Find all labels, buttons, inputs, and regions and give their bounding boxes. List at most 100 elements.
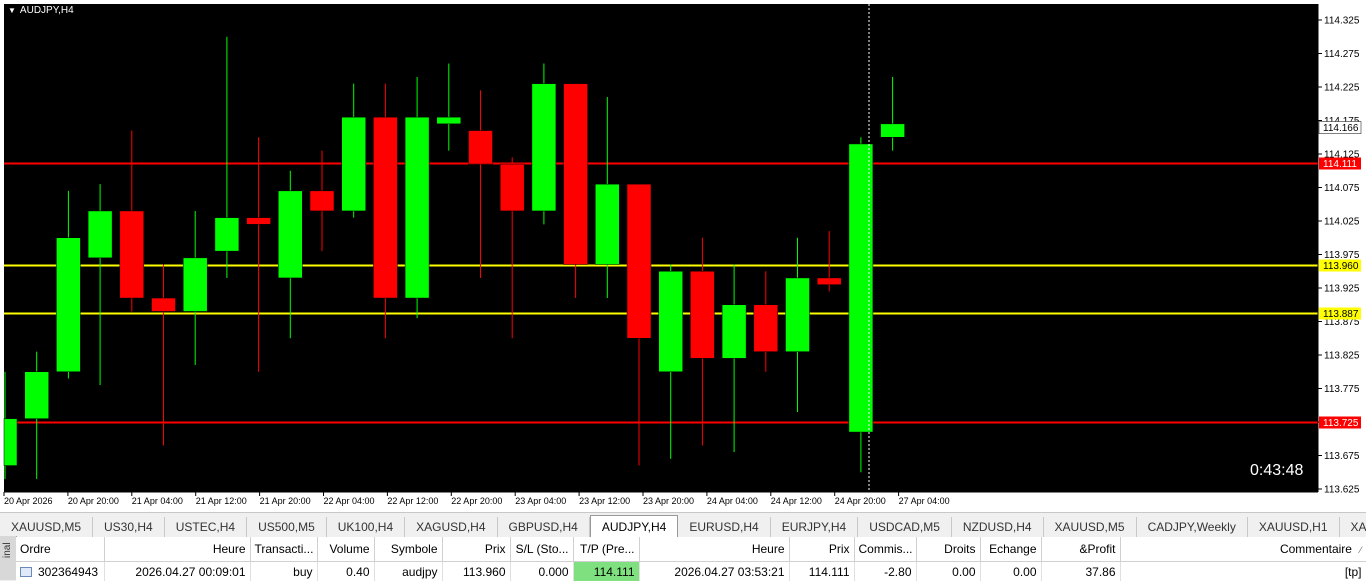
table-cell-value: 302364943	[38, 565, 98, 579]
table-cell: 0.00	[980, 562, 1041, 581]
table-cell-value: 0.00	[1013, 565, 1036, 579]
tab-eurjpy-h4[interactable]: EURJPY,H4	[771, 517, 858, 537]
column-header[interactable]: Droits	[916, 537, 980, 562]
table-row[interactable]: 302364943 2026.04.27 00:09:01 buy 0.40 audjp…	[16, 562, 1366, 581]
candle-body	[817, 278, 841, 285]
column-header[interactable]: T/P (Pre...	[573, 537, 639, 562]
candle-body	[4, 419, 17, 466]
tab-xauusd-h1[interactable]: XAUUSD,H1	[1248, 517, 1340, 537]
tab-xagusd-h4[interactable]: XAGUSD,H4	[405, 517, 497, 537]
bullish-candle	[532, 64, 556, 225]
price-chart[interactable]: 114.325114.275114.225114.175114.125114.0…	[0, 0, 1366, 512]
table-cell: 0.00	[916, 562, 980, 581]
table-cell-value: audjpy	[402, 565, 437, 579]
price-tick-label: 113.775	[1324, 384, 1360, 395]
price-tick-label: 114.225	[1324, 83, 1360, 94]
price-level-label: 113.887	[1323, 309, 1359, 320]
time-tick-label: 22 Apr 12:00	[387, 496, 438, 506]
tab-xauusd-we[interactable]: XAUUSD,We	[1340, 517, 1366, 537]
price-tick-label: 114.325	[1324, 16, 1360, 27]
terminal-side-strip[interactable]: inal	[0, 536, 17, 580]
column-header-label: Symbole	[391, 542, 438, 556]
column-header[interactable]: S/L (Sto...	[510, 537, 573, 562]
dropdown-triangle-icon[interactable]: ▼	[8, 6, 16, 15]
time-tick-label: 23 Apr 04:00	[515, 496, 566, 506]
table-cell-value: 37.86	[1085, 565, 1115, 579]
column-header[interactable]: Echange	[980, 537, 1041, 562]
symbol-title-text: AUDJPY,H4	[20, 5, 74, 16]
time-tick-label: 20 Apr 20:00	[68, 496, 119, 506]
tab-nzdusd-h4[interactable]: NZDUSD,H4	[952, 517, 1044, 537]
candle-body	[215, 218, 239, 252]
column-header[interactable]: Prix	[442, 537, 510, 562]
column-header-label: Transacti...	[255, 542, 314, 556]
column-header-label: Prix	[829, 542, 850, 556]
tab-usdcad-m5[interactable]: USDCAD,M5	[858, 517, 952, 537]
candle-body	[786, 278, 810, 352]
price-tick-label: 114.025	[1324, 217, 1360, 228]
column-header[interactable]: &Profit	[1041, 537, 1120, 562]
candle-body	[754, 305, 778, 352]
price-tick-label: 113.975	[1324, 250, 1360, 261]
column-header[interactable]: Prix	[789, 537, 854, 562]
column-header-label: Ordre	[20, 542, 51, 556]
price-tick-label: 114.075	[1324, 183, 1360, 194]
column-header-label: Volume	[329, 542, 369, 556]
price-level-label: 114.111	[1323, 159, 1357, 170]
table-cell-value: 2026.04.27 00:09:01	[135, 565, 245, 579]
price-level-label: 113.725	[1323, 418, 1359, 429]
candle-body	[278, 191, 302, 278]
column-header-label: S/L (Sto...	[516, 542, 569, 556]
candle-body	[405, 117, 429, 298]
tab-gbpusd-h4[interactable]: GBPUSD,H4	[498, 517, 590, 537]
column-header[interactable]: Symbole	[374, 537, 442, 562]
tab-us500-m5[interactable]: US500,M5	[247, 517, 327, 537]
tab-cadjpy-weekly[interactable]: CADJPY,Weekly	[1137, 517, 1248, 537]
table-cell-value: -2.80	[884, 565, 911, 579]
time-tick-label: 20 Apr 2026	[4, 496, 53, 506]
trade-history-table[interactable]: Ordre Heure Transacti... Volume Symbole Prix S…	[16, 537, 1366, 581]
column-header[interactable]: Commentaire⁄	[1120, 537, 1366, 562]
bar-countdown-timer: 0:43:48	[1250, 462, 1303, 480]
candle-body	[690, 271, 714, 358]
column-header[interactable]: Commis...	[854, 537, 916, 562]
column-header[interactable]: Volume	[317, 537, 374, 562]
tab-eurusd-h4[interactable]: EURUSD,H4	[678, 517, 770, 537]
chart-symbol-title[interactable]: ▼ AUDJPY,H4	[8, 5, 74, 16]
price-tick-label: 113.925	[1324, 284, 1360, 295]
tab-uk100-h4[interactable]: UK100,H4	[327, 517, 405, 537]
time-tick-label: 24 Apr 04:00	[707, 496, 758, 506]
column-header-label: Heure	[213, 542, 246, 556]
column-header[interactable]: Heure	[639, 537, 789, 562]
tab-ustec-h4[interactable]: USTEC,H4	[165, 517, 247, 537]
table-cell-value: 0.40	[346, 565, 369, 579]
table-cell: buy	[250, 562, 317, 581]
candle-body	[532, 84, 556, 211]
sort-icon[interactable]: ⁄	[1360, 545, 1362, 555]
chart-tab-bar: XAUUSD,M5US30,H4USTEC,H4US500,M5UK100,H4…	[0, 512, 1366, 537]
column-header[interactable]: Heure	[104, 537, 250, 562]
tab-audjpy-h4[interactable]: AUDJPY,H4	[590, 515, 678, 537]
column-header-label: Echange	[989, 542, 1036, 556]
candle-body	[56, 238, 80, 372]
time-tick-label: 22 Apr 20:00	[451, 496, 502, 506]
table-cell-value: 114.111	[809, 565, 850, 579]
column-header-label: Prix	[485, 542, 506, 556]
tab-xauusd-m5[interactable]: XAUUSD,M5	[0, 517, 93, 537]
column-header-label: Droits	[944, 542, 975, 556]
table-cell: 114.111	[789, 562, 854, 581]
order-icon	[20, 567, 32, 577]
candle-body	[25, 372, 49, 419]
price-tick-label: 113.825	[1324, 351, 1360, 362]
table-cell: 0.000	[510, 562, 573, 581]
column-header-label: Commis...	[859, 542, 913, 556]
column-header[interactable]: Transacti...	[250, 537, 317, 562]
column-header[interactable]: Ordre	[16, 537, 104, 562]
candle-body	[881, 124, 905, 137]
terminal-label: inal	[2, 542, 13, 558]
tab-us30-h4[interactable]: US30,H4	[93, 517, 165, 537]
current-price-label: 114.166	[1323, 123, 1359, 134]
candle-body	[722, 305, 746, 359]
tab-xauusd-m5[interactable]: XAUUSD,M5	[1044, 517, 1137, 537]
chart-area[interactable]: 114.325114.275114.225114.175114.125114.0…	[0, 0, 1366, 512]
